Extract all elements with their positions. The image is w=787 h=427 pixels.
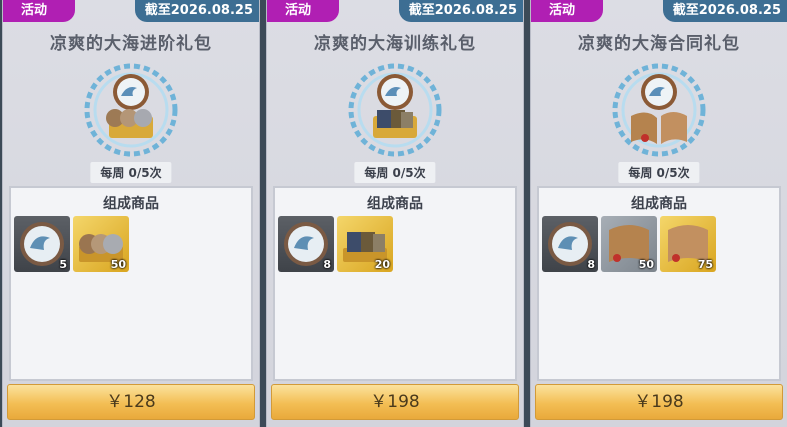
item-quantity: 8 — [323, 258, 331, 271]
item-slot[interactable]: 5 — [14, 216, 70, 272]
item-quantity: 8 — [587, 258, 595, 271]
item-slot[interactable]: 50 — [73, 216, 129, 272]
pack-card-advanced: 活动 截至2026.08.25 凉爽的大海进阶礼包 每周 0/5次 组成商品 5 — [2, 0, 260, 427]
event-tag: 活动 — [267, 0, 339, 22]
weekly-limit: 每周 0/5次 — [354, 162, 436, 183]
pack-card-contract: 活动 截至2026.08.25 凉爽的大海合同礼包 每周 0/5次 组成商品 8 — [530, 0, 787, 427]
item-quantity: 20 — [374, 258, 390, 271]
buy-button[interactable]: ￥198 — [271, 384, 519, 420]
pack-title: 凉爽的大海训练礼包 — [314, 34, 476, 54]
training-pack-emblem-icon — [348, 63, 442, 157]
contents-title: 组成商品 — [103, 196, 159, 212]
contents-title: 组成商品 — [631, 196, 687, 212]
pack-title: 凉爽的大海进阶礼包 — [50, 34, 212, 54]
event-tag: 活动 — [3, 0, 75, 22]
weekly-limit: 每周 0/5次 — [90, 162, 172, 183]
item-slot[interactable]: 20 — [337, 216, 393, 272]
buy-button[interactable]: ￥198 — [535, 384, 783, 420]
item-slot[interactable]: 75 — [660, 216, 716, 272]
contents-panel: 组成商品 5 50 — [9, 186, 253, 381]
pack-title: 凉爽的大海合同礼包 — [578, 34, 740, 54]
pack-card-training: 活动 截至2026.08.25 凉爽的大海训练礼包 每周 0/5次 组成商品 8 — [266, 0, 524, 427]
weekly-limit: 每周 0/5次 — [618, 162, 700, 183]
contents-panel: 组成商品 8 50 75 — [537, 186, 781, 381]
deadline-badge: 截至2026.08.25 — [398, 0, 523, 22]
item-slot[interactable]: 8 — [542, 216, 598, 272]
item-slot[interactable]: 50 — [601, 216, 657, 272]
deadline-badge: 截至2026.08.25 — [134, 0, 259, 22]
buy-button[interactable]: ￥128 — [7, 384, 255, 420]
event-tag: 活动 — [531, 0, 603, 22]
advanced-pack-emblem-icon — [84, 63, 178, 157]
item-slot[interactable]: 8 — [278, 216, 334, 272]
contract-pack-emblem-icon — [612, 63, 706, 157]
item-quantity: 5 — [59, 258, 67, 271]
contents-title: 组成商品 — [367, 196, 423, 212]
item-quantity: 75 — [697, 258, 713, 271]
item-quantity: 50 — [110, 258, 126, 271]
contents-panel: 组成商品 8 20 — [273, 186, 517, 381]
item-quantity: 50 — [638, 258, 654, 271]
deadline-badge: 截至2026.08.25 — [662, 0, 787, 22]
